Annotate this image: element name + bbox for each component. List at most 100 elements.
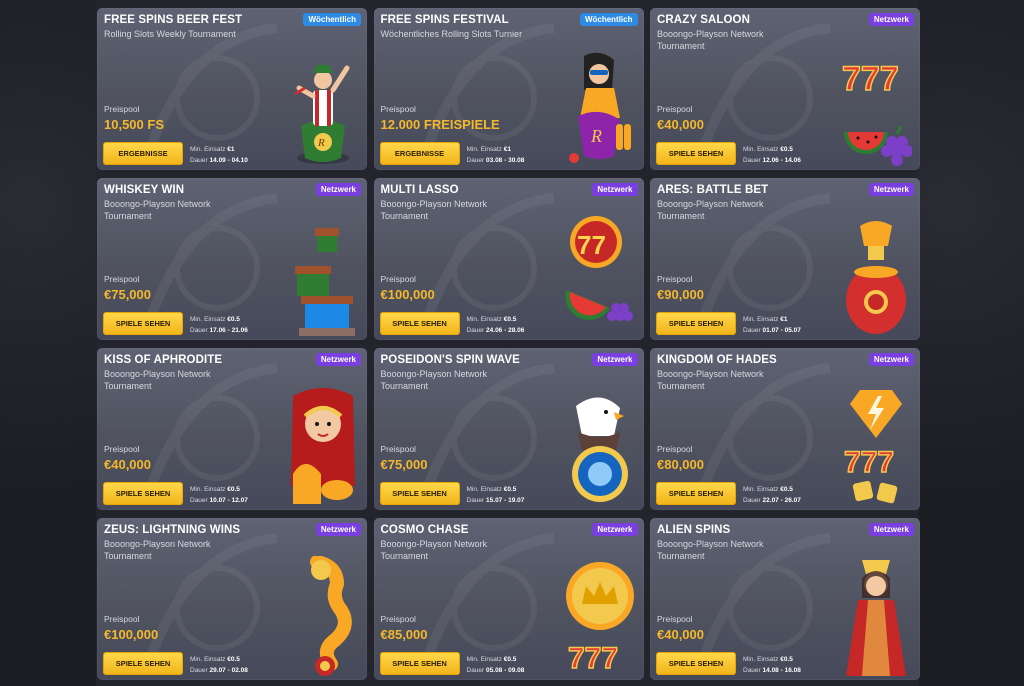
duration-value: 15.07 - 19.07 [486,497,525,504]
view-games-button[interactable]: SPIELE SEHEN [379,482,460,505]
tournament-type-badge: Netzwerk [315,353,361,366]
duration-label: Dauer [743,497,761,504]
view-games-button[interactable]: SPIELE SEHEN [656,312,736,335]
min-bet-label: Min. Einsatz [190,656,226,663]
tournament-subtitle: Booongo-Playson Network Tournament [380,369,488,391]
min-bet-value: €0.5 [503,656,517,663]
tournament-card[interactable]: POSEIDON'S SPIN WAVE Booongo-Playson Net… [373,348,644,510]
tournament-title: ZEUS: LIGHTNING WINS [104,524,241,536]
svg-text:777: 777 [844,446,894,479]
view-games-button[interactable]: SPIELE SEHEN [103,312,183,335]
tournament-title: POSEIDON'S SPIN WAVE [380,354,520,366]
tournament-title: FREE SPINS FESTIVAL [380,14,509,26]
tournament-card[interactable]: CRAZY SALOON Booongo-Playson Network Tou… [650,8,920,170]
tournament-meta: Min. Einsatz €0.5 Dauer 24.06 - 28.06 [467,314,525,336]
view-games-button[interactable]: SPIELE SEHEN [656,482,736,505]
view-games-button[interactable]: SPIELE SEHEN [656,652,736,675]
temple-artwork [287,216,359,338]
view-games-button[interactable]: SPIELE SEHEN [656,142,736,165]
duration-value: 14.09 - 04.10 [209,157,248,164]
prize-pool-value: €40,000 [657,117,704,132]
view-games-button[interactable]: SPIELE SEHEN [103,652,183,675]
tournament-subtitle: Booongo-Playson Network Tournament [104,369,211,391]
tournament-title: CRAZY SALOON [657,14,750,26]
tournament-card[interactable]: FREE SPINS BEER FEST Rolling Slots Weekl… [97,8,367,170]
duration-label: Dauer [466,327,485,334]
prize-pool-value: 10,500 FS [104,117,164,132]
duration-label: Dauer [743,667,761,674]
min-bet-label: Min. Einsatz [466,146,502,153]
duration-value: 22.07 - 26.07 [762,497,801,504]
tournament-meta: Min. Einsatz €1 Dauer 03.08 - 30.08 [467,144,525,166]
tournament-type-badge: Netzwerk [868,523,914,536]
duration-label: Dauer [190,497,208,504]
min-bet-value: €0.5 [227,316,240,323]
tournament-card[interactable]: KINGDOM OF HADES Booongo-Playson Network… [650,348,920,510]
prize-pool-value: €75,000 [380,457,428,472]
duration-value: 03.08 - 30.08 [486,157,525,164]
tournament-type-badge: Netzwerk [592,523,638,536]
duration-value: 29.07 - 02.08 [209,667,248,674]
beer-mascot-artwork: R [287,46,359,168]
min-bet-label: Min. Einsatz [466,486,502,493]
min-bet-value: €0.5 [780,486,793,493]
view-games-button[interactable]: SPIELE SEHEN [379,652,460,675]
tournament-meta: Min. Einsatz €0.5 Dauer 17.06 - 21.06 [190,314,248,336]
tournament-card[interactable]: COSMO CHASE Booongo-Playson Network Tour… [373,518,644,680]
tournament-title: COSMO CHASE [380,524,469,536]
tournament-subtitle: Booongo-Playson Network Tournament [657,539,764,561]
tournament-meta: Min. Einsatz €0.5 Dauer 22.07 - 26.07 [743,484,801,506]
duration-value: 01.07 - 05.07 [762,327,801,334]
tournament-meta: Min. Einsatz €1 Dauer 01.07 - 05.07 [743,314,801,336]
sevens-watermelon-artwork: 77 [564,216,636,338]
tournament-title: WHISKEY WIN [104,184,185,196]
duration-label: Dauer [743,157,761,164]
duration-value: 12.06 - 14.06 [762,157,801,164]
tournament-card[interactable]: MULTI LASSO Booongo-Playson Network Tour… [373,178,644,340]
tournament-card[interactable]: WHISKEY WIN Booongo-Playson Network Tour… [97,178,367,340]
view-games-button[interactable]: SPIELE SEHEN [379,312,460,335]
min-bet-label: Min. Einsatz [190,486,226,493]
tournament-card[interactable]: KISS OF APHRODITE Booongo-Playson Networ… [97,348,367,510]
tournament-card[interactable]: ALIEN SPINS Booongo-Playson Network Tour… [650,518,920,680]
min-bet-label: Min. Einsatz [190,316,226,323]
prize-pool-label: Preispool [104,104,140,114]
prize-pool-label: Preispool [104,274,140,284]
tournament-card[interactable]: FREE SPINS FESTIVAL Wöchentliches Rollin… [373,8,644,170]
prize-pool-label: Preispool [380,274,416,284]
prize-pool-label: Preispool [104,444,140,454]
svg-text:777: 777 [842,60,899,98]
tournament-subtitle: Booongo-Playson Network Tournament [104,539,211,561]
festival-mascot-artwork: R [564,46,636,168]
tournament-type-badge: Netzwerk [315,523,361,536]
prize-pool-label: Preispool [380,614,416,624]
min-bet-label: Min. Einsatz [743,316,779,323]
duration-label: Dauer [743,327,761,334]
results-button[interactable]: ERGEBNISSE [379,142,460,165]
tournament-meta: Min. Einsatz €0.5 Dauer 14.08 - 16.08 [743,654,801,676]
prize-pool-label: Preispool [380,444,416,454]
tournament-type-badge: Netzwerk [592,353,638,366]
tournament-title: FREE SPINS BEER FEST [104,14,243,26]
tournament-meta: Min. Einsatz €0.5 Dauer 05.08 - 09.08 [467,654,525,676]
min-bet-label: Min. Einsatz [466,316,502,323]
prize-pool-value: 12.000 FREISPIELE [380,117,500,132]
tournament-title: KISS OF APHRODITE [104,354,223,366]
duration-value: 10.07 - 12.07 [209,497,248,504]
min-bet-label: Min. Einsatz [190,146,226,153]
svg-text:77: 77 [577,230,606,260]
tournament-card[interactable]: ZEUS: LIGHTNING WINS Booongo-Playson Net… [97,518,367,680]
duration-value: 24.06 - 28.06 [486,327,525,334]
crown-coin-artwork: 777 [564,556,636,678]
view-games-button[interactable]: SPIELE SEHEN [103,482,183,505]
svg-text:R: R [590,126,602,146]
tournament-type-badge: Netzwerk [868,13,914,26]
tournament-meta: Min. Einsatz €1 Dauer 14.09 - 04.10 [190,144,248,166]
tournament-meta: Min. Einsatz €0.5 Dauer 15.07 - 19.07 [467,484,525,506]
results-button[interactable]: ERGEBNISSE [103,142,183,165]
min-bet-label: Min. Einsatz [743,656,779,663]
tournament-subtitle: Booongo-Playson Network Tournament [657,199,764,221]
min-bet-value: €0.5 [780,656,793,663]
prize-pool-value: €40,000 [657,627,704,642]
tournament-card[interactable]: ARES: BATTLE BET Booongo-Playson Network… [650,178,920,340]
